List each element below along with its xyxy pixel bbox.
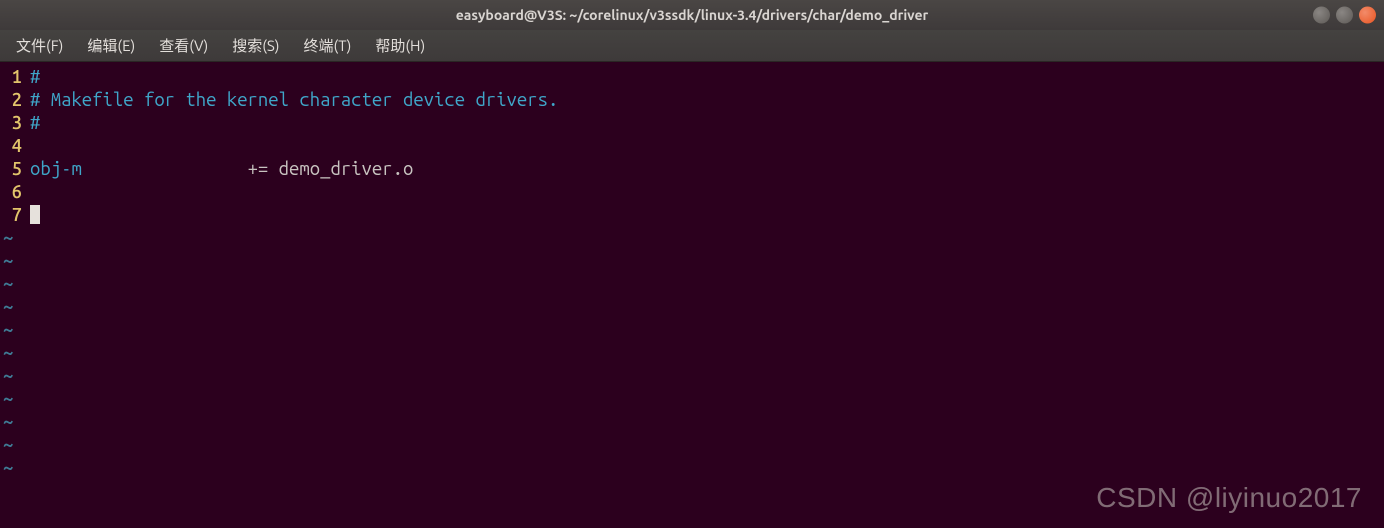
maximize-icon[interactable] xyxy=(1336,7,1353,24)
code-line: 5 obj-m += demo_driver.o xyxy=(0,158,1384,181)
line-number: 2 xyxy=(0,89,30,112)
line-number: 3 xyxy=(0,112,30,135)
code-line: 7 xyxy=(0,204,1384,227)
vim-tilde: ~ xyxy=(0,434,1384,457)
line-number: 5 xyxy=(0,158,30,181)
code-content xyxy=(30,204,40,227)
line-number: 7 xyxy=(0,204,30,227)
vim-tilde: ~ xyxy=(0,227,1384,250)
menubar: 文件(F) 编辑(E) 查看(V) 搜索(S) 终端(T) 帮助(H) xyxy=(0,30,1384,62)
makefile-value: += demo_driver.o xyxy=(82,159,414,179)
text-cursor xyxy=(30,205,40,224)
menu-help[interactable]: 帮助(H) xyxy=(365,32,435,59)
vim-tilde: ~ xyxy=(0,342,1384,365)
watermark-text: CSDN @liyinuo2017 xyxy=(1096,482,1362,514)
code-content: # xyxy=(30,112,40,135)
code-content: obj-m += demo_driver.o xyxy=(30,158,413,181)
code-line: 2 # Makefile for the kernel character de… xyxy=(0,89,1384,112)
minimize-icon[interactable] xyxy=(1313,7,1330,24)
menu-edit[interactable]: 编辑(E) xyxy=(77,32,145,59)
window-title: easyboard@V3S: ~/corelinux/v3ssdk/linux-… xyxy=(456,7,929,23)
code-line: 3 # xyxy=(0,112,1384,135)
line-number: 1 xyxy=(0,66,30,89)
vim-tilde: ~ xyxy=(0,411,1384,434)
menu-view[interactable]: 查看(V) xyxy=(149,32,218,59)
close-icon[interactable] xyxy=(1359,7,1376,24)
vim-tilde: ~ xyxy=(0,250,1384,273)
window-controls xyxy=(1313,7,1376,24)
vim-tilde: ~ xyxy=(0,296,1384,319)
titlebar: easyboard@V3S: ~/corelinux/v3ssdk/linux-… xyxy=(0,0,1384,30)
code-content: # xyxy=(30,66,40,89)
vim-tilde: ~ xyxy=(0,273,1384,296)
vim-tilde: ~ xyxy=(0,388,1384,411)
vim-tilde: ~ xyxy=(0,319,1384,342)
code-line: 4 xyxy=(0,135,1384,158)
menu-terminal[interactable]: 终端(T) xyxy=(294,32,362,59)
code-line: 1 # xyxy=(0,66,1384,89)
editor-area[interactable]: 1 # 2 # Makefile for the kernel characte… xyxy=(0,62,1384,528)
vim-tilde: ~ xyxy=(0,457,1384,480)
code-content: # Makefile for the kernel character devi… xyxy=(30,89,558,112)
makefile-var: obj-m xyxy=(30,159,82,179)
line-number: 4 xyxy=(0,135,30,158)
menu-search[interactable]: 搜索(S) xyxy=(222,32,289,59)
menu-file[interactable]: 文件(F) xyxy=(6,32,73,59)
code-line: 6 xyxy=(0,181,1384,204)
line-number: 6 xyxy=(0,181,30,204)
vim-tilde: ~ xyxy=(0,365,1384,388)
